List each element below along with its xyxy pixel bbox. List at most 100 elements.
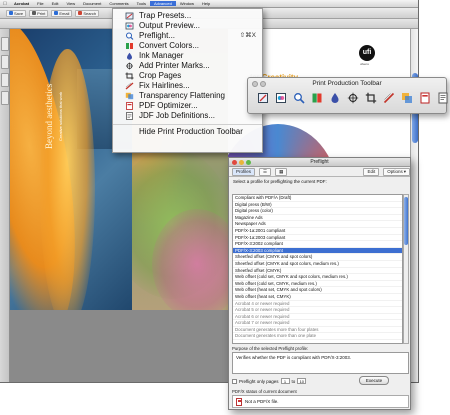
dialog-titlebar: Preflight xyxy=(229,158,410,167)
profile-list-item[interactable]: Digital press (B/W) xyxy=(233,202,402,209)
save-button[interactable]: Save xyxy=(6,9,27,17)
profile-list-item[interactable]: Web offset (cold set, CMYK and spot colo… xyxy=(233,274,402,281)
apple-icon[interactable]:  xyxy=(0,1,10,7)
toolbar-buttons xyxy=(256,92,449,106)
menu-item-preflight[interactable]: Preflight... ⇧⌘X xyxy=(113,31,262,41)
profile-list-item[interactable]: Sheetfed offset (CMYK) xyxy=(233,268,402,275)
profile-list-item[interactable]: PDF/X-3:2002 compliant xyxy=(233,241,402,248)
profile-list-item[interactable]: Acrobat 5 or newer required xyxy=(233,307,402,314)
print-production-toolbar: Print Production Toolbar xyxy=(247,77,447,114)
printer-marks-button[interactable] xyxy=(346,92,359,106)
advanced-menu: Trap Presets... Output Preview... Prefli… xyxy=(112,8,263,153)
print-label: Print xyxy=(37,10,46,16)
email-label: Email xyxy=(59,10,70,16)
menu-item-ink-manager[interactable]: Ink Manager xyxy=(113,51,262,61)
menu-edit[interactable]: Edit xyxy=(48,1,63,6)
preflight-tabs: Profiles ☰ ▦ Edit Options ▾ xyxy=(229,167,410,177)
tab-label: Profiles xyxy=(236,168,252,174)
convert-colors-button[interactable] xyxy=(310,93,323,106)
profile-list: Compliant with PDF/A (Draft) Digital pres… xyxy=(232,194,403,344)
tab-profiles[interactable]: Profiles xyxy=(232,167,256,176)
menu-document[interactable]: Document xyxy=(79,1,105,6)
profile-list-item[interactable]: Newspaper Ads xyxy=(233,221,402,228)
tab-reports[interactable]: ▦ xyxy=(275,167,288,176)
crop-pages-button[interactable] xyxy=(364,92,377,106)
status-label: PDF/X status of current document xyxy=(232,389,297,394)
menu-item-transparency-flattening[interactable]: Transparency Flattening xyxy=(113,91,262,101)
menu-item-convert-colors[interactable]: Convert Colors... xyxy=(113,41,262,51)
menu-item-label: Crop Pages xyxy=(139,71,182,80)
menu-item-jdf-job-definitions[interactable]: JDF Job Definitions... xyxy=(113,111,262,121)
profile-list-item[interactable]: Acrobat 7 or newer required xyxy=(233,320,402,327)
pages-label: Preflight only pages xyxy=(239,378,279,384)
pages-from-field[interactable]: 1 xyxy=(280,378,290,384)
profile-list-item[interactable]: Digital press (color) xyxy=(233,208,402,215)
layers-tab[interactable] xyxy=(1,91,9,105)
profile-list-item[interactable]: Sheetfed offset (CMYK and spot colors) xyxy=(233,254,402,261)
transparency-flattening-button[interactable] xyxy=(400,92,413,106)
menu-item-output-preview[interactable]: Output Preview... xyxy=(113,21,262,31)
execute-button[interactable]: Execute xyxy=(359,376,389,385)
close-icon[interactable] xyxy=(232,160,237,165)
email-button[interactable]: Email xyxy=(51,9,73,17)
preflight-icon xyxy=(125,32,134,40)
results-icon: ☰ xyxy=(263,168,268,174)
tab-results[interactable]: ☰ xyxy=(259,167,272,176)
menu-item-trap-presets[interactable]: Trap Presets... xyxy=(113,11,262,21)
menu-item-crop-pages[interactable]: Crop Pages xyxy=(113,71,262,81)
search-label: Search xyxy=(83,10,97,16)
profile-list-item[interactable]: PDF/X-3:2003 compliant xyxy=(233,247,402,255)
profile-list-item[interactable]: Magazine Ads xyxy=(233,215,402,222)
status-box: Not a PDF/X file. xyxy=(232,395,409,408)
search-button[interactable]: Search xyxy=(75,9,100,17)
profile-list-item[interactable]: Web offset (heat set, CMYK and spot colo… xyxy=(233,287,402,294)
zoom-icon[interactable] xyxy=(246,160,251,165)
profile-list-item[interactable]: Compliant with PDF/A (Draft) xyxy=(233,195,402,202)
menu-item-add-printer-marks[interactable]: Add Printer Marks... xyxy=(113,61,262,71)
profile-list-item[interactable]: PDF/X-1a:2003 compliant xyxy=(233,235,402,242)
menu-window[interactable]: Window xyxy=(176,1,198,6)
preflight-button[interactable] xyxy=(292,92,305,106)
print-icon xyxy=(32,11,37,15)
trap-presets-button[interactable] xyxy=(256,92,269,106)
profile-list-item[interactable]: PDF/X-1a:2001 compliant xyxy=(233,228,402,235)
trap-icon xyxy=(125,12,134,20)
fix-hairlines-button[interactable] xyxy=(382,92,395,106)
menu-item-hide-toolbar[interactable]: Hide Print Production Toolbar xyxy=(113,127,262,137)
profile-list-item[interactable]: Web offset (cold set, CMYK, medium res.) xyxy=(233,281,402,288)
preflight-pages-checkbox[interactable] xyxy=(232,378,237,384)
profile-list-item[interactable]: Document generates more than one plate xyxy=(233,333,402,341)
menu-item-fix-hairlines[interactable]: Fix Hairlines... xyxy=(113,81,262,91)
preflight-dialog: Preflight Profiles ☰ ▦ Edit Options ▾ Se… xyxy=(228,157,411,410)
menu-advanced[interactable]: Advanced xyxy=(150,1,176,6)
options-dropdown[interactable]: Options ▾ xyxy=(383,167,410,176)
profile-list-item[interactable]: Acrobat 6 or newer required xyxy=(233,314,402,321)
convert-colors-icon xyxy=(311,91,323,109)
pages-tab[interactable] xyxy=(1,37,9,51)
menu-item-pdf-optimizer[interactable]: PDF Optimizer... xyxy=(113,101,262,111)
jdf-job-definitions-button[interactable] xyxy=(436,92,449,106)
profile-list-item[interactable]: Acrobat 4 or newer required xyxy=(233,301,402,308)
profile-list-item[interactable]: Sheetfed offset (CMYK and spot colors, m… xyxy=(233,261,402,268)
pages-to-field[interactable]: 10 xyxy=(297,378,307,384)
signatures-tab[interactable] xyxy=(1,73,9,87)
print-button[interactable]: Print xyxy=(29,9,49,17)
edit-button[interactable]: Edit xyxy=(363,167,380,176)
profile-list-scrollbar[interactable] xyxy=(403,194,409,344)
profile-list-item[interactable]: Web offset (heat set, CMYK) xyxy=(233,294,402,301)
ink-manager-button[interactable] xyxy=(328,92,341,106)
scroll-thumb[interactable] xyxy=(404,197,408,245)
bookmarks-tab[interactable] xyxy=(1,55,9,69)
minimize-icon[interactable] xyxy=(239,160,244,165)
menu-file[interactable]: File xyxy=(33,1,47,6)
menu-comments[interactable]: Comments xyxy=(105,1,132,6)
menu-tools[interactable]: Tools xyxy=(133,1,150,6)
dialog-title: Preflight xyxy=(310,159,329,165)
output-preview-button[interactable] xyxy=(274,92,287,106)
pdf-optimizer-button[interactable] xyxy=(418,92,431,106)
menu-acrobat[interactable]: Acrobat xyxy=(10,1,33,6)
menu-item-label: Preflight... xyxy=(139,31,176,40)
menu-view[interactable]: View xyxy=(62,1,79,6)
menu-help[interactable]: Help xyxy=(198,1,214,6)
profile-list-item[interactable]: Document generates more than four plates xyxy=(233,327,402,334)
